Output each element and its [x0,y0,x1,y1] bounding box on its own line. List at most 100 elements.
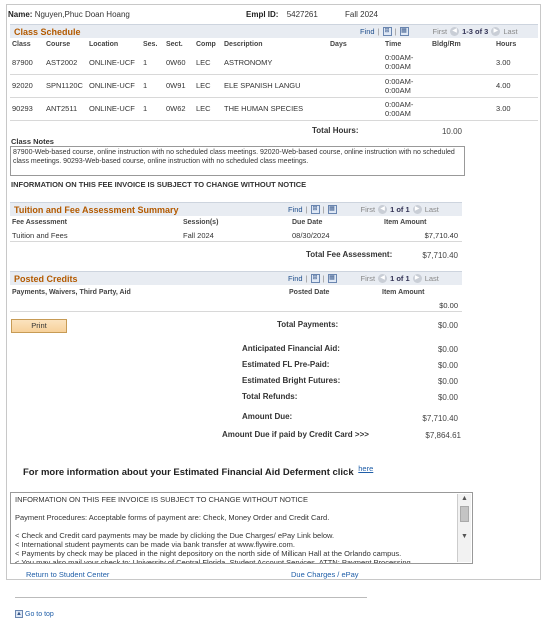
info-line: < You may also mail your check to: Unive… [15,558,411,564]
scroll-thumb[interactable] [460,506,469,522]
due-charges-epay-link[interactable]: Due Charges / ePay [291,570,359,579]
return-student-center-link[interactable]: Return to Student Center [26,570,109,579]
cell-component: LEC [194,74,222,98]
table-row: 87900 AST2002 ONLINE-UCF 1 0W60 LEC ASTRONOMY 0… [10,51,538,75]
download-icon[interactable]: ▦ [399,27,409,36]
name-value: Nguyen,Phuc Doan Hoang [34,10,130,19]
last-link[interactable]: Last [425,205,439,214]
cell-class-number: 92020 [10,74,44,98]
cell-time: 0:00AM- 0:00AM [383,51,430,75]
row-range: 1-3 of 3 [462,27,489,36]
cell-time: 0:00AM- 0:00AM [383,74,430,98]
last-link[interactable]: Last [503,27,517,36]
tuition-row: Tuition and Fees Fall 2024 08/30/2024 $7… [10,229,462,242]
find-link[interactable]: Find [288,274,303,283]
total-fee-label: Total Fee Assessment: [306,250,393,259]
cell-hours: 4.00 [494,74,538,98]
first-link[interactable]: First [433,27,448,36]
scroll-up-icon[interactable]: ▲ [458,494,471,503]
tuition-nav: Find | ⊞ | ▦ First ◀ 1 of 1 ▶ Last [288,205,439,214]
find-link[interactable]: Find [288,205,303,214]
credits-row: $0.00 [10,298,462,312]
class-schedule-table: 87900 AST2002 ONLINE-UCF 1 0W60 LEC ASTRONOMY 0… [10,51,538,121]
info-line: Payment Procedures: Acceptable forms of … [15,513,330,522]
time-start: 0:00AM- [385,53,414,63]
cell-building-room [430,74,494,98]
deferment-text: For more information about your Estimate… [23,467,354,479]
student-name: Name: Nguyen,Phuc Doan Hoang [8,10,130,19]
time-start: 0:00AM- [385,99,414,109]
cell-location: ONLINE-UCF [87,97,141,121]
cell-days [328,97,383,121]
class-notes-textarea[interactable]: 87900-Web-based course, online instructi… [10,146,465,176]
cell-section: 0W60 [164,51,194,75]
print-button[interactable]: Print [11,319,67,333]
empl-label: Empl ID: [246,10,279,19]
table-row: 90293 ANT2511 ONLINE-UCF 1 0W62 LEC THE HUMAN … [10,97,538,121]
prev-icon[interactable]: ◀ [378,205,388,214]
info-line: INFORMATION ON THIS FEE INVOICE IS SUBJE… [15,495,308,504]
term-label: Fall 2024 [345,10,378,19]
download-icon[interactable]: ▦ [327,205,337,214]
col-payments: Payments, Waivers, Third Party, Aid [12,289,131,296]
cell-hours: 3.00 [494,97,538,121]
go-to-top-label: Go to top [25,610,54,618]
payment-info-text: INFORMATION ON THIS FEE INVOICE IS SUBJE… [15,495,468,564]
refunds-label: Total Refunds: [242,392,298,401]
deferment-here-link[interactable]: here [358,464,373,473]
next-icon[interactable]: ▶ [491,27,501,36]
cell-days [328,51,383,75]
col-class: Class [12,41,31,48]
info-line: < Check and Credit card payments may be … [15,531,335,540]
amount-due-value: $7,710.40 [422,414,458,423]
col-description: Description [224,41,263,48]
credits-nav: Find | ⊞ | ▦ First ◀ 1 of 1 ▶ Last [288,274,439,283]
first-link[interactable]: First [361,274,376,283]
cell-component: LEC [194,97,222,121]
cell-section: 0W62 [164,97,194,121]
credit-card-value: $7,864.61 [425,431,461,440]
prev-icon[interactable]: ◀ [378,274,388,283]
info-line: < Payments by check may be placed in the… [15,549,402,558]
cell-hours: 3.00 [494,51,538,75]
col-credit-amount: Item Amount [382,289,425,296]
cell-component: LEC [194,51,222,75]
fl-prepaid-value: $0.00 [437,361,458,370]
total-hours-value: 10.00 [441,127,462,136]
next-icon[interactable]: ▶ [412,205,422,214]
view-all-icon[interactable]: ⊞ [382,27,392,36]
next-icon[interactable]: ▶ [412,274,422,283]
cell-course-code: SPN1120C [44,74,87,98]
last-link[interactable]: Last [425,274,439,283]
cell-location: ONLINE-UCF [87,51,141,75]
view-all-icon[interactable]: ⊞ [310,205,320,214]
payment-info-textarea[interactable]: INFORMATION ON THIS FEE INVOICE IS SUBJE… [10,492,473,564]
view-all-icon[interactable]: ⊞ [310,274,320,283]
col-fee-assessment: Fee Assessment [12,219,67,226]
credits-header: Posted Credits Find | ⊞ | ▦ First ◀ 1 of… [10,271,462,285]
cell-course-code: AST2002 [44,51,87,75]
time-end: 0:00AM [385,62,411,72]
col-hours: Hours [496,41,517,48]
col-posted-date: Posted Date [289,289,330,296]
total-hours-label: Total Hours: [312,126,359,135]
download-icon[interactable]: ▦ [327,274,337,283]
anticipated-label: Anticipated Financial Aid: [242,344,340,353]
class-notes-label: Class Notes [11,137,54,146]
first-link[interactable]: First [361,205,376,214]
credit-amount: $0.00 [439,301,458,310]
scroll-down-icon[interactable]: ▼ [458,532,471,541]
find-link[interactable]: Find [360,27,375,36]
col-due-date: Due Date [292,219,323,226]
time-end: 0:00AM [385,108,411,118]
prev-icon[interactable]: ◀ [450,27,460,36]
anticipated-value: $0.00 [437,345,458,354]
row-range: 1 of 1 [390,274,410,283]
bright-futures-value: $0.00 [437,377,458,386]
fee-amount: $7,710.40 [424,231,458,240]
cell-days [328,74,383,98]
info-scrollbar[interactable]: ▲ ▼ [457,494,471,562]
col-location: Location [89,41,119,48]
cell-building-room [430,97,494,121]
cell-description: THE HUMAN SPECIES [222,97,328,121]
